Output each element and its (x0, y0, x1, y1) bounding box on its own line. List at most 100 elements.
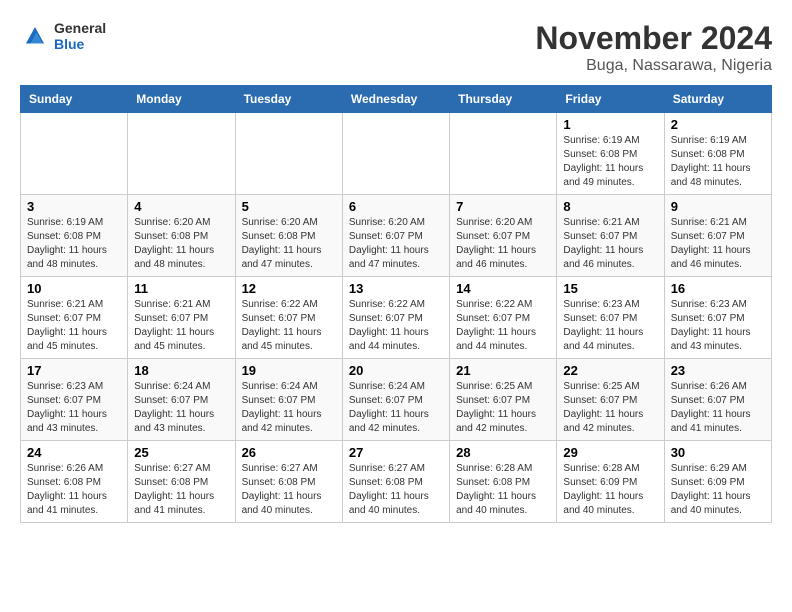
calendar-header: SundayMondayTuesdayWednesdayThursdayFrid… (21, 86, 772, 113)
calendar-cell: 10Sunrise: 6:21 AM Sunset: 6:07 PM Dayli… (21, 277, 128, 359)
calendar-cell: 6 Sunrise: 6:20 AM Sunset: 6:07 PM Daylig… (342, 195, 449, 277)
day-info: Sunrise: 6:28 AM Sunset: 6:08 PM Dayligh… (456, 462, 550, 518)
day-info: Sunrise: 6:19 AM Sunset: 6:08 PM Dayligh… (563, 134, 657, 190)
day-number: 4 (134, 199, 228, 214)
day-number: 19 (242, 363, 336, 378)
header-saturday: Saturday (664, 86, 771, 113)
day-number: 22 (563, 363, 657, 378)
calendar-cell: 28 Sunrise: 6:28 AM Sunset: 6:08 PM Dayli… (450, 441, 557, 523)
calendar-cell: 13 Sunrise: 6:22 AM Sunset: 6:07 PM Dayli… (342, 277, 449, 359)
day-info: Sunrise: 6:28 AM Sunset: 6:09 PM Dayligh… (563, 462, 657, 518)
header-tuesday: Tuesday (235, 86, 342, 113)
logo-icon (20, 21, 50, 51)
day-number: 3 (27, 199, 121, 214)
calendar-cell (450, 113, 557, 195)
day-number: 26 (242, 445, 336, 460)
day-number: 20 (349, 363, 443, 378)
calendar-cell: 9Sunrise: 6:21 AM Sunset: 6:07 PM Daylig… (664, 195, 771, 277)
header-monday: Monday (128, 86, 235, 113)
day-info: Sunrise: 6:27 AM Sunset: 6:08 PM Dayligh… (242, 462, 336, 518)
day-info: Sunrise: 6:27 AM Sunset: 6:08 PM Dayligh… (134, 462, 228, 518)
calendar-cell (342, 113, 449, 195)
day-number: 29 (563, 445, 657, 460)
calendar-cell: 4 Sunrise: 6:20 AM Sunset: 6:08 PM Daylig… (128, 195, 235, 277)
calendar-cell: 23Sunrise: 6:26 AM Sunset: 6:07 PM Dayli… (664, 359, 771, 441)
calendar-cell: 26 Sunrise: 6:27 AM Sunset: 6:08 PM Dayli… (235, 441, 342, 523)
main-title: November 2024 (535, 20, 772, 57)
day-info: Sunrise: 6:19 AM Sunset: 6:08 PM Dayligh… (671, 134, 765, 190)
calendar-cell: 12 Sunrise: 6:22 AM Sunset: 6:07 PM Dayli… (235, 277, 342, 359)
day-number: 17 (27, 363, 121, 378)
week-row-4: 17Sunrise: 6:23 AM Sunset: 6:07 PM Dayli… (21, 359, 772, 441)
day-number: 25 (134, 445, 228, 460)
day-info: Sunrise: 6:21 AM Sunset: 6:07 PM Dayligh… (671, 216, 765, 272)
day-info: Sunrise: 6:26 AM Sunset: 6:07 PM Dayligh… (671, 380, 765, 436)
page-header: General Blue November 2024 Buga, Nassara… (20, 20, 772, 75)
title-block: November 2024 Buga, Nassarawa, Nigeria (535, 20, 772, 75)
week-row-3: 10Sunrise: 6:21 AM Sunset: 6:07 PM Dayli… (21, 277, 772, 359)
calendar-cell (235, 113, 342, 195)
calendar-cell: 16 Sunrise: 6:23 AM Sunset: 6:07 PM Dayli… (664, 277, 771, 359)
calendar-cell: 1 Sunrise: 6:19 AM Sunset: 6:08 PM Daylig… (557, 113, 664, 195)
header-friday: Friday (557, 86, 664, 113)
calendar-table: SundayMondayTuesdayWednesdayThursdayFrid… (20, 85, 772, 523)
day-number: 13 (349, 281, 443, 296)
day-number: 7 (456, 199, 550, 214)
day-number: 28 (456, 445, 550, 460)
calendar-cell: 8 Sunrise: 6:21 AM Sunset: 6:07 PM Daylig… (557, 195, 664, 277)
calendar-cell: 7 Sunrise: 6:20 AM Sunset: 6:07 PM Daylig… (450, 195, 557, 277)
day-info: Sunrise: 6:20 AM Sunset: 6:07 PM Dayligh… (456, 216, 550, 272)
calendar-cell (128, 113, 235, 195)
day-info: Sunrise: 6:23 AM Sunset: 6:07 PM Dayligh… (671, 298, 765, 354)
day-info: Sunrise: 6:19 AM Sunset: 6:08 PM Dayligh… (27, 216, 121, 272)
week-row-2: 3 Sunrise: 6:19 AM Sunset: 6:08 PM Daylig… (21, 195, 772, 277)
day-number: 16 (671, 281, 765, 296)
day-number: 27 (349, 445, 443, 460)
calendar-cell: 5Sunrise: 6:20 AM Sunset: 6:08 PM Daylig… (235, 195, 342, 277)
day-number: 6 (349, 199, 443, 214)
calendar-cell: 17Sunrise: 6:23 AM Sunset: 6:07 PM Dayli… (21, 359, 128, 441)
day-number: 1 (563, 117, 657, 132)
day-info: Sunrise: 6:25 AM Sunset: 6:07 PM Dayligh… (456, 380, 550, 436)
day-number: 12 (242, 281, 336, 296)
calendar-cell: 27Sunrise: 6:27 AM Sunset: 6:08 PM Dayli… (342, 441, 449, 523)
logo-text: General Blue (54, 20, 106, 52)
calendar-cell: 30Sunrise: 6:29 AM Sunset: 6:09 PM Dayli… (664, 441, 771, 523)
day-info: Sunrise: 6:21 AM Sunset: 6:07 PM Dayligh… (27, 298, 121, 354)
logo: General Blue (20, 20, 106, 52)
day-number: 24 (27, 445, 121, 460)
day-info: Sunrise: 6:22 AM Sunset: 6:07 PM Dayligh… (456, 298, 550, 354)
calendar-cell: 15 Sunrise: 6:23 AM Sunset: 6:07 PM Dayli… (557, 277, 664, 359)
header-row: SundayMondayTuesdayWednesdayThursdayFrid… (21, 86, 772, 113)
day-info: Sunrise: 6:23 AM Sunset: 6:07 PM Dayligh… (563, 298, 657, 354)
week-row-5: 24 Sunrise: 6:26 AM Sunset: 6:08 PM Dayli… (21, 441, 772, 523)
day-number: 8 (563, 199, 657, 214)
header-thursday: Thursday (450, 86, 557, 113)
day-info: Sunrise: 6:22 AM Sunset: 6:07 PM Dayligh… (242, 298, 336, 354)
subtitle: Buga, Nassarawa, Nigeria (535, 57, 772, 75)
calendar-cell: 18Sunrise: 6:24 AM Sunset: 6:07 PM Dayli… (128, 359, 235, 441)
day-info: Sunrise: 6:24 AM Sunset: 6:07 PM Dayligh… (134, 380, 228, 436)
day-info: Sunrise: 6:22 AM Sunset: 6:07 PM Dayligh… (349, 298, 443, 354)
calendar-body: 1 Sunrise: 6:19 AM Sunset: 6:08 PM Daylig… (21, 113, 772, 523)
calendar-cell (21, 113, 128, 195)
day-number: 14 (456, 281, 550, 296)
day-number: 5 (242, 199, 336, 214)
calendar-cell: 21 Sunrise: 6:25 AM Sunset: 6:07 PM Dayli… (450, 359, 557, 441)
day-info: Sunrise: 6:25 AM Sunset: 6:07 PM Dayligh… (563, 380, 657, 436)
day-number: 30 (671, 445, 765, 460)
day-info: Sunrise: 6:26 AM Sunset: 6:08 PM Dayligh… (27, 462, 121, 518)
calendar-cell: 22 Sunrise: 6:25 AM Sunset: 6:07 PM Dayli… (557, 359, 664, 441)
day-number: 11 (134, 281, 228, 296)
calendar-cell: 24 Sunrise: 6:26 AM Sunset: 6:08 PM Dayli… (21, 441, 128, 523)
day-info: Sunrise: 6:21 AM Sunset: 6:07 PM Dayligh… (563, 216, 657, 272)
logo-blue-text: Blue (54, 36, 106, 52)
day-info: Sunrise: 6:20 AM Sunset: 6:07 PM Dayligh… (349, 216, 443, 272)
day-info: Sunrise: 6:20 AM Sunset: 6:08 PM Dayligh… (134, 216, 228, 272)
calendar-cell: 20 Sunrise: 6:24 AM Sunset: 6:07 PM Dayli… (342, 359, 449, 441)
day-info: Sunrise: 6:24 AM Sunset: 6:07 PM Dayligh… (242, 380, 336, 436)
day-info: Sunrise: 6:24 AM Sunset: 6:07 PM Dayligh… (349, 380, 443, 436)
day-number: 21 (456, 363, 550, 378)
day-number: 15 (563, 281, 657, 296)
calendar-cell: 25 Sunrise: 6:27 AM Sunset: 6:08 PM Dayli… (128, 441, 235, 523)
